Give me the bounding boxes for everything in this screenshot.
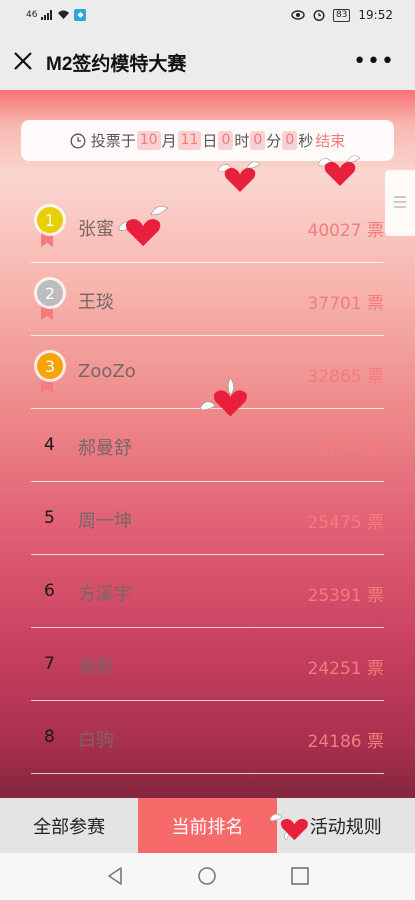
battery-indicator: 83 [332,8,351,22]
countdown-month-unit: 月 [161,132,177,150]
ranking-list: 1 张蜜 40027 票 2 王琰 37701 票 3 ZooZo 32865 票 4 郝曼舒 296… [31,190,384,774]
tab-current-ranking[interactable]: 当前排名 [138,798,277,853]
more-menu-button[interactable]: ••• [353,49,395,74]
countdown-hour-unit: 时 [234,132,250,150]
recent-apps-icon[interactable] [290,866,310,886]
rank-number: 6 [44,581,55,601]
wifi-icon [58,10,70,19]
countdown-second-unit: 秒 [298,132,314,150]
clock-icon [70,133,86,148]
bottom-tab-bar: 全部参赛 当前排名 活动规则 [0,798,415,853]
ranking-row[interactable]: 7 南航 24251 票 [31,628,384,701]
vote-count: 24251 票 [307,659,384,679]
countdown-second: 0 [282,131,298,150]
contestant-name: 张蜜 [78,219,114,240]
alarm-icon [313,10,325,21]
rank-medal-icon: 1 [34,204,66,247]
countdown-minute: 0 [250,131,266,150]
rank-number: 2 [45,284,55,303]
vote-count: 40027 票 [307,221,384,241]
vote-count: 29694 票 [307,440,384,460]
ranking-row[interactable]: 5 周一坤 25475 票 [31,482,384,555]
rank-number: 7 [44,654,55,674]
contestant-name: 周一坤 [78,511,132,532]
ranking-row[interactable]: 1 张蜜 40027 票 [31,190,384,263]
countdown-month: 10 [136,131,161,150]
countdown-prefix: 投票于 [90,132,136,150]
rank-medal-icon: 3 [34,350,66,393]
vote-count: 25475 票 [307,513,384,533]
contestant-name: 白驹 [78,730,114,751]
countdown-hour: 0 [218,131,234,150]
rank-number: 8 [44,727,55,747]
contestant-name: ZooZo [78,361,136,382]
countdown-day-unit: 日 [202,132,218,150]
ranking-row[interactable]: 4 郝曼舒 29694 票 [31,409,384,482]
vote-count: 24186 票 [307,732,384,752]
rank-number: 5 [44,508,55,528]
tab-activity-rules[interactable]: 活动规则 [277,798,415,853]
ranking-row[interactable]: 2 王琰 37701 票 [31,263,384,336]
rank-medal-icon: 2 [34,277,66,320]
nav-bar: M2签约模特大赛 ••• [0,32,415,90]
countdown-end-label: 结束 [315,132,346,150]
tab-all-entries[interactable]: 全部参赛 [0,798,138,853]
signal-icon [41,10,53,20]
countdown-day: 11 [177,131,202,150]
eye-icon [291,10,305,20]
contestant-name: 郝曼舒 [78,438,132,459]
close-icon[interactable] [10,48,36,74]
rank-number: 4 [44,435,55,455]
vote-countdown: 投票于 10 月 11 日 0 时 0 分 0 秒 结束 [21,120,394,161]
system-nav-bar [0,853,415,900]
vote-count: 32865 票 [307,367,384,387]
vote-count: 25391 票 [307,586,384,606]
status-bar: 46 ◆ 83 19:52 [0,0,415,32]
countdown-minute-unit: 分 [266,132,282,150]
clock-time: 19:52 [358,8,393,22]
vote-count: 37701 票 [307,294,384,314]
page-title: M2签约模特大赛 [46,54,187,75]
rank-number: 1 [45,211,55,230]
contestant-name: 王琰 [78,292,114,313]
rank-number: 3 [45,357,55,376]
ranking-row[interactable]: 6 方溪宇 25391 票 [31,555,384,628]
contestant-name: 南航 [78,657,114,678]
home-icon[interactable] [197,866,217,886]
back-icon[interactable] [105,866,125,886]
ranking-row[interactable]: 3 ZooZo 32865 票 [31,336,384,409]
ranking-row[interactable]: 8 白驹 24186 票 [31,701,384,774]
contestant-name: 方溪宇 [78,584,132,605]
ranking-panel: 投票于 10 月 11 日 0 时 0 分 0 秒 结束 1 张蜜 40027 票 2… [0,90,415,798]
scroll-handle[interactable] [385,170,415,236]
network-type: 46 [26,10,38,20]
app-notification-icon: ◆ [74,9,87,21]
